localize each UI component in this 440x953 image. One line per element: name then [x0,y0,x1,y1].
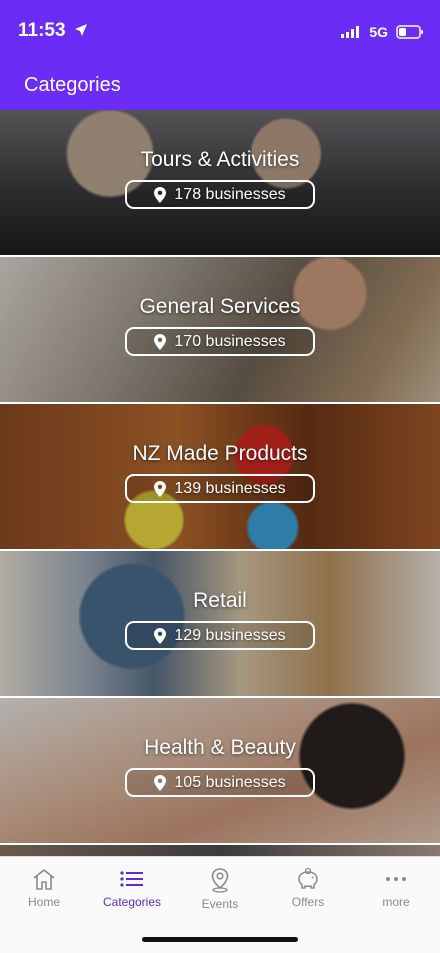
business-count-badge: 178 businesses [125,180,315,209]
map-pin-icon [154,627,167,644]
category-card-general-services[interactable]: General Services 170 businesses [0,257,440,404]
signal-icon [341,26,360,38]
category-card-retail[interactable]: Retail 129 businesses [0,551,440,698]
tab-more[interactable]: more [352,867,440,917]
network-type: 5G [369,24,388,40]
list-icon [120,871,143,887]
business-count-badge: 129 businesses [125,621,315,650]
category-card-tours-activities[interactable]: Tours & Activities 178 businesses [0,110,440,257]
tab-home[interactable]: Home [0,867,88,917]
battery-icon [396,25,423,39]
category-title: Health & Beauty [144,736,296,759]
category-card-health-beauty[interactable]: Health & Beauty 105 businesses [0,698,440,845]
category-title: Tours & Activities [140,148,300,171]
tab-offers[interactable]: Offers [264,867,352,917]
category-list[interactable]: Tours & Activities 178 businesses Genera… [0,110,440,856]
home-icon [33,869,55,890]
business-count-badge: 170 businesses [125,327,315,356]
page-title: Categories [24,74,121,96]
piggy-bank-icon [298,867,318,889]
map-pin-icon [211,868,229,893]
category-card-nz-made-products[interactable]: NZ Made Products 139 businesses [0,404,440,551]
map-pin-icon [154,480,167,497]
tab-events[interactable]: Events [176,867,264,917]
status-time: 11:53 [18,20,88,42]
location-arrow-icon [74,24,87,36]
map-pin-icon [154,333,167,350]
home-indicator [142,937,298,942]
category-title: NZ Made Products [132,442,308,465]
category-title: Retail [193,589,247,612]
status-bar: 11:53 5G [0,0,440,64]
business-count-badge: 105 businesses [125,768,315,797]
category-card-partial[interactable] [0,845,440,856]
more-dots-icon [386,877,406,881]
category-title: General Services [139,295,301,318]
tab-categories[interactable]: Categories [88,867,176,917]
map-pin-icon [154,774,167,791]
status-indicators: 5G [341,24,424,40]
map-pin-icon [154,186,167,203]
app-header: Categories [0,64,440,110]
business-count-badge: 139 businesses [125,474,315,503]
